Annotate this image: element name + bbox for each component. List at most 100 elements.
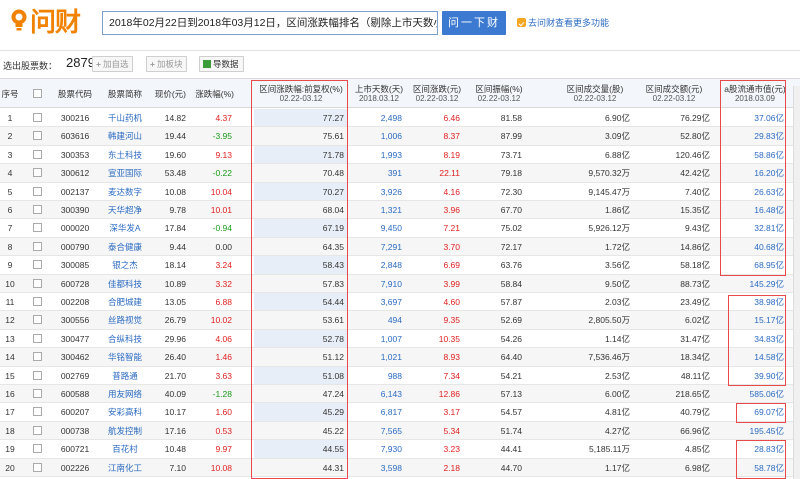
market-cap-link[interactable]: 38.98亿 [722, 293, 784, 311]
table-row[interactable]: 8 000790 泰合健康 9.44 0.00 64.35 7,291 3.70 72.17 1.… [0, 237, 800, 257]
wencai-logo[interactable]: 问财 [8, 6, 100, 40]
stock-name-link[interactable]: 合纵科技 [100, 330, 150, 348]
table-row[interactable]: 16 600588 用友网络 40.09 -1.28 47.24 6,143 12.86 57.… [0, 385, 800, 404]
row-checkbox[interactable] [33, 241, 42, 251]
header-seq[interactable]: 序号 [0, 79, 20, 109]
market-cap-link[interactable]: 69.07亿 [722, 403, 784, 421]
table-row[interactable]: 11 002208 合肥城建 13.05 6.88 54.44 3,697 4.60 57.87… [0, 293, 800, 312]
more-features-link[interactable]: 去问财查看更多功能 [517, 16, 609, 29]
market-cap-link[interactable]: 14.58亿 [722, 348, 784, 366]
header-price[interactable]: 现价(元) [148, 79, 186, 109]
market-cap-link[interactable]: 58.86亿 [722, 146, 784, 164]
add-watchlist-button[interactable]: + 加自选 [92, 56, 134, 72]
table-row[interactable]: 17 600207 安彩高科 10.17 1.60 45.29 6,817 3.17 54.57… [0, 403, 800, 422]
market-cap-link[interactable]: 16.48亿 [722, 201, 784, 219]
add-block-button[interactable]: + 加板块 [146, 56, 188, 72]
table-row[interactable]: 18 000738 航发控制 17.16 0.53 45.22 7,565 5.34 51.74… [0, 421, 800, 441]
stock-name-link[interactable]: 江南化工 [100, 459, 150, 477]
header-code[interactable]: 股票代码 [50, 79, 100, 109]
table-row[interactable]: 9 300085 银之杰 18.14 3.24 58.43 2,848 6.69 63.76 3.… [0, 256, 800, 275]
table-row[interactable]: 14 300462 华铭智能 26.40 1.46 51.12 1,021 8.93 64.40… [0, 348, 800, 367]
market-cap-link[interactable]: 39.90亿 [722, 367, 784, 385]
table-row[interactable]: 5 002137 麦达数字 10.08 10.04 70.27 3,926 4.16 72.30… [0, 183, 800, 201]
select-all-checkbox[interactable] [33, 89, 42, 98]
table-row[interactable]: 7 000020 深华发A 17.84 -0.94 67.19 9,450 7.21 75.02… [0, 219, 800, 238]
market-cap-link[interactable]: 68.95亿 [722, 256, 784, 274]
search-button[interactable]: 问一下财 [442, 11, 506, 35]
stock-name-link[interactable]: 合肥城建 [100, 293, 150, 311]
table-row[interactable]: 13 300477 合纵科技 29.96 4.06 52.78 1,007 10.35 54.2… [0, 330, 800, 349]
header-listing-days[interactable]: 上市天数(天) 2018.03.12 [352, 79, 406, 109]
market-cap-link[interactable]: 195.45亿 [722, 422, 785, 440]
stock-name-link[interactable]: 航发控制 [100, 422, 150, 440]
stock-name-link[interactable]: 宣亚国际 [100, 164, 150, 182]
table-row[interactable]: 15 002769 普路通 21.70 3.63 51.08 988 7.34 54.21 2.5… [0, 367, 800, 385]
row-checkbox[interactable] [33, 425, 42, 435]
row-checkbox[interactable] [33, 462, 42, 472]
row-checkbox[interactable] [33, 131, 42, 141]
header-name[interactable]: 股票简称 [100, 79, 150, 109]
header-range-diff[interactable]: 区间涨跌(元) 02.22-03.12 [410, 79, 464, 109]
market-cap-link[interactable]: 40.68亿 [722, 238, 784, 256]
table-row[interactable]: 19 600721 百花村 10.48 9.97 44.55 7,930 3.23 44.41 5… [0, 440, 800, 459]
row-checkbox[interactable] [33, 370, 42, 380]
row-checkbox[interactable] [33, 407, 42, 417]
market-cap-link[interactable]: 37.06亿 [722, 109, 784, 127]
row-checkbox[interactable] [33, 113, 42, 122]
stock-name-link[interactable]: 用友网络 [100, 385, 150, 403]
header-volume[interactable]: 区间成交量(股) 02.22-03.12 [560, 79, 630, 109]
table-row[interactable]: 10 600728 佳都科技 10.89 3.32 57.83 7,910 3.99 58.84… [0, 274, 800, 293]
row-checkbox[interactable] [33, 315, 42, 325]
stock-name-link[interactable]: 普路通 [100, 367, 150, 385]
header-turnover[interactable]: 区间成交额(元) 02.22-03.12 [638, 79, 710, 109]
stock-name-link[interactable]: 百花村 [100, 440, 150, 458]
market-cap-link[interactable]: 29.83亿 [722, 127, 784, 145]
market-cap-link[interactable]: 28.83亿 [722, 440, 784, 458]
header-market-cap[interactable]: a股流通市值(元) 2018.03.09 [720, 79, 790, 109]
search-input[interactable]: 2018年02月22日到2018年03月12日，区间涨跌幅排名（剔除上市天数小于… [102, 11, 438, 35]
market-cap-link[interactable]: 585.06亿 [722, 385, 785, 403]
stock-name-link[interactable]: 银之杰 [100, 256, 150, 274]
row-checkbox[interactable] [33, 278, 42, 288]
stock-name-link[interactable]: 麦达数字 [100, 183, 150, 201]
vertical-scrollbar[interactable] [793, 86, 800, 479]
table-row[interactable]: 6 300390 天华超净 9.78 10.01 68.04 1,321 3.96 67.70 1… [0, 201, 800, 220]
row-checkbox[interactable] [33, 168, 42, 178]
table-row[interactable]: 1 300216 千山药机 14.82 4.37 77.27 2,498 6.46 81.58 6… [0, 109, 800, 128]
market-cap-link[interactable]: 34.83亿 [722, 330, 784, 348]
market-cap-link[interactable]: 58.78亿 [722, 459, 784, 477]
row-checkbox[interactable] [33, 186, 42, 196]
row-checkbox[interactable] [33, 149, 42, 159]
market-cap-link[interactable]: 15.17亿 [722, 311, 784, 329]
market-cap-link[interactable]: 16.20亿 [722, 164, 784, 182]
stock-name-link[interactable]: 深华发A [100, 219, 150, 237]
row-checkbox[interactable] [33, 352, 42, 362]
header-change[interactable]: 涨跌幅(%) [190, 79, 234, 109]
stock-name-link[interactable]: 佳都科技 [100, 275, 150, 293]
market-cap-link[interactable]: 32.81亿 [722, 219, 784, 237]
table-row[interactable]: 2 603616 韩建河山 19.44 -3.95 75.61 1,006 8.37 87.99… [0, 127, 800, 146]
row-checkbox[interactable] [33, 205, 42, 214]
header-range-change[interactable]: 区间涨跌幅:前复权(%) 02.22-03.12 [254, 79, 348, 109]
export-data-button[interactable]: 导数据 [199, 56, 244, 72]
row-checkbox[interactable] [33, 333, 42, 343]
table-row[interactable]: 4 300612 宣亚国际 53.48 -0.22 70.48 391 22.11 79.18 9… [0, 164, 800, 183]
stock-name-link[interactable]: 丝路视觉 [100, 311, 150, 329]
row-checkbox[interactable] [33, 260, 42, 270]
stock-name-link[interactable]: 韩建河山 [100, 127, 150, 145]
table-row[interactable]: 12 300556 丝路视觉 26.79 10.02 53.61 494 9.35 52.69 2… [0, 311, 800, 330]
row-checkbox[interactable] [33, 297, 42, 306]
row-checkbox[interactable] [33, 389, 42, 398]
stock-name-link[interactable]: 安彩高科 [100, 403, 150, 421]
row-checkbox[interactable] [33, 223, 42, 233]
stock-name-link[interactable]: 天华超净 [100, 201, 150, 219]
market-cap-link[interactable]: 26.63亿 [722, 183, 784, 201]
market-cap-link[interactable]: 145.29亿 [722, 275, 785, 293]
stock-name-link[interactable]: 华铭智能 [100, 348, 150, 366]
stock-name-link[interactable]: 泰合健康 [100, 238, 150, 256]
stock-name-link[interactable]: 千山药机 [100, 109, 150, 127]
stock-name-link[interactable]: 东土科技 [100, 146, 150, 164]
row-checkbox[interactable] [33, 444, 42, 454]
table-row[interactable]: 20 002226 江南化工 7.10 10.08 44.31 3,598 2.18 44.70… [0, 458, 800, 477]
header-amplitude[interactable]: 区间振幅(%) 02.22-03.12 [472, 79, 526, 109]
